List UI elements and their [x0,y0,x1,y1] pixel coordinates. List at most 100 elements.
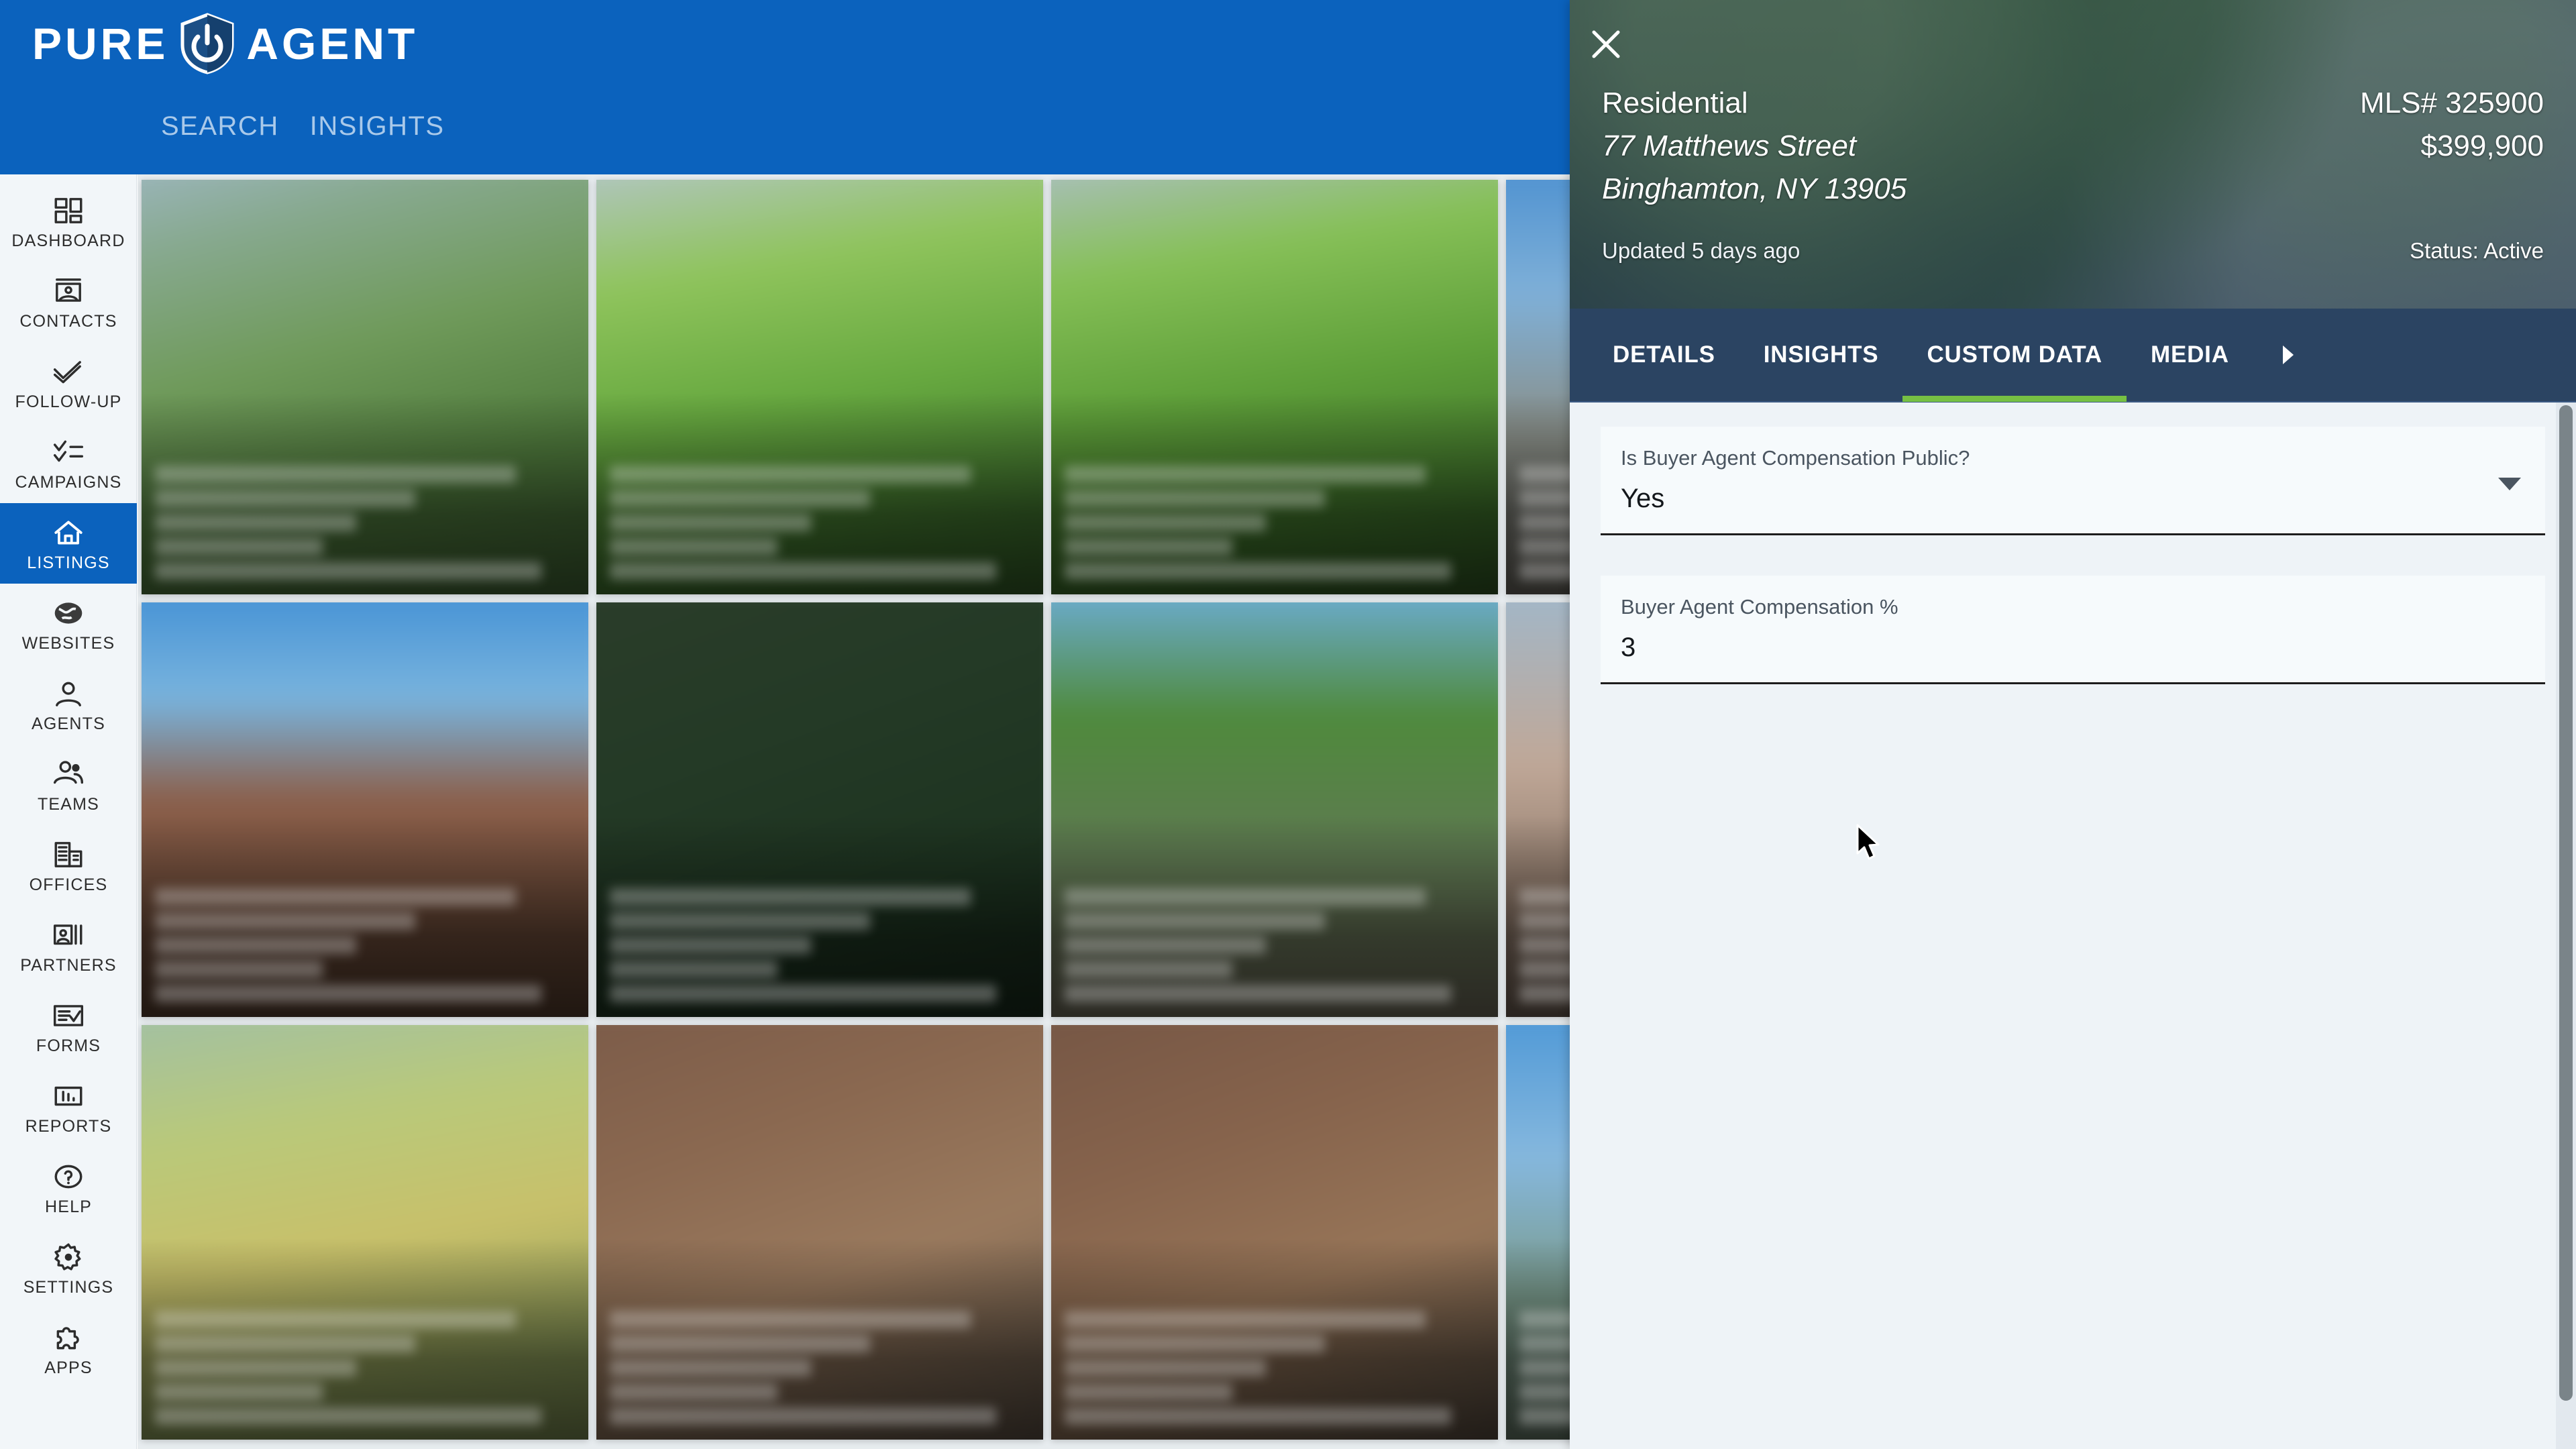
top-nav-search[interactable]: SEARCH [161,113,279,140]
sidebar-item-label: TEAMS [37,794,100,814]
bar-chart-icon [52,1079,85,1113]
listing-card[interactable] [142,602,588,1017]
sidebar-item-listings[interactable]: LISTINGS [0,503,137,584]
listing-card-line [1519,1407,1570,1425]
listing-card-text [610,1304,1030,1425]
listing-card-line [155,936,357,954]
top-navigation: SEARCH INSIGHTS [161,113,445,140]
puzzle-piece-icon [52,1321,85,1354]
close-icon[interactable] [1587,25,1625,63]
listing-card[interactable] [1051,1025,1498,1440]
listing-card-line [1065,1383,1233,1401]
listing-card-line [1519,985,1570,1002]
hero-property-info: Residential MLS# 325900 77 Matthews Stre… [1570,82,2576,267]
sidebar-item-label: AGENTS [32,714,105,733]
sidebar-item-label: CONTACTS [19,311,117,331]
listing-card-line [155,912,416,930]
listing-card-text [155,1304,575,1425]
listing-card-text [155,459,575,580]
panel-hero: Residential MLS# 325900 77 Matthews Stre… [1570,0,2576,309]
sidebar-item-partners[interactable]: PARTNERS [0,906,137,986]
top-brand-bar: PURE AGENT SEARCH INSIGHTS [0,0,1570,174]
select-field[interactable]: Is Buyer Agent Compensation Public? Yes [1601,427,2545,535]
chevron-right-icon[interactable] [2268,308,2308,402]
sidebar-item-websites[interactable]: WEBSITES [0,584,137,664]
home-icon [52,516,85,549]
listing-card-line [610,912,871,930]
listing-detail-panel: Residential MLS# 325900 77 Matthews Stre… [1570,0,2576,1449]
sidebar-item-reports[interactable]: REPORTS [0,1067,137,1147]
listing-card-line [610,888,971,906]
sidebar-item-teams[interactable]: TEAMS [0,745,137,825]
sidebar-item-forms[interactable]: FORMS [0,986,137,1067]
gear-icon [52,1240,85,1274]
property-city-state-zip: Binghamton, NY 13905 [1602,172,1907,206]
listing-card-line [1065,912,1326,930]
form-check-icon [52,999,85,1032]
hero-row-type: Residential MLS# 325900 [1602,82,2544,125]
listing-card-line [155,1359,357,1377]
people-group-icon [52,757,85,791]
listing-card-line [155,466,517,483]
brand-logo[interactable]: PURE AGENT [32,13,418,74]
listing-card-line [155,985,541,1002]
listing-card-line [1065,490,1326,507]
listing-card-line [1519,466,1570,483]
listing-card[interactable] [1051,180,1498,594]
listing-card-line [155,888,517,906]
listing-card[interactable] [1506,180,1570,594]
top-nav-insights[interactable]: INSIGHTS [310,113,445,140]
listing-card[interactable] [1051,602,1498,1017]
tab-details[interactable]: DETAILS [1589,308,1739,402]
listing-card[interactable] [1506,602,1570,1017]
globe-icon [52,596,85,630]
text-field[interactable]: Buyer Agent Compensation % 3 [1601,575,2545,684]
listing-card-line [155,1311,517,1328]
listing-card-text [1519,1304,1570,1425]
sidebar-item-apps[interactable]: APPS [0,1308,137,1389]
listing-card-line [610,562,996,580]
listing-card-line [1065,1311,1426,1328]
question-circle-icon [52,1160,85,1193]
panel-scrollbar-thumb[interactable] [2559,405,2573,1401]
sidebar-item-dashboard[interactable]: DASHBOARD [0,181,137,262]
listing-card[interactable] [596,180,1043,594]
sidebar-item-label: APPS [44,1358,93,1377]
field-label: Buyer Agent Compensation % [1621,594,1898,619]
listing-card-line [155,1335,416,1352]
power-shield-icon [179,13,235,74]
panel-tab-bar: DETAILS INSIGHTS CUSTOM DATA MEDIA [1570,309,2576,402]
listing-card-line [610,1359,812,1377]
listing-card-text [1519,459,1570,580]
sidebar-item-contacts[interactable]: CONTACTS [0,262,137,342]
tab-custom-data[interactable]: CUSTOM DATA [1902,308,2127,402]
listing-card-line [1519,538,1570,555]
listing-card[interactable] [596,1025,1043,1440]
listing-card-line [1519,888,1570,906]
sidebar-item-campaigns[interactable]: CAMPAIGNS [0,423,137,503]
sidebar-item-label: SETTINGS [23,1277,114,1297]
sidebar-item-agents[interactable]: AGENTS [0,664,137,745]
listing-card-line [1065,985,1451,1002]
listing-card[interactable] [596,602,1043,1017]
sidebar-item-follow-up[interactable]: FOLLOW-UP [0,342,137,423]
sidebar-item-settings[interactable]: SETTINGS [0,1228,137,1308]
listing-card-line [610,466,971,483]
chevron-down-icon[interactable] [2498,478,2521,490]
id-badge-icon [52,918,85,952]
listing-card-line [1065,1359,1267,1377]
brand-word-right: AGENT [246,19,419,68]
building-icon [52,838,85,871]
property-mls: MLS# 325900 [2360,87,2544,119]
listing-card-text [610,881,1030,1002]
listing-card-line [610,490,871,507]
sidebar-item-help[interactable]: HELP [0,1147,137,1228]
listing-card[interactable] [142,180,588,594]
listing-card-line [155,1407,541,1425]
tab-insights[interactable]: INSIGHTS [1739,308,1903,402]
listing-card[interactable] [1506,1025,1570,1440]
sidebar-item-offices[interactable]: OFFICES [0,825,137,906]
tab-media[interactable]: MEDIA [2127,308,2253,402]
listing-card-line [1065,936,1267,954]
listing-card[interactable] [142,1025,588,1440]
